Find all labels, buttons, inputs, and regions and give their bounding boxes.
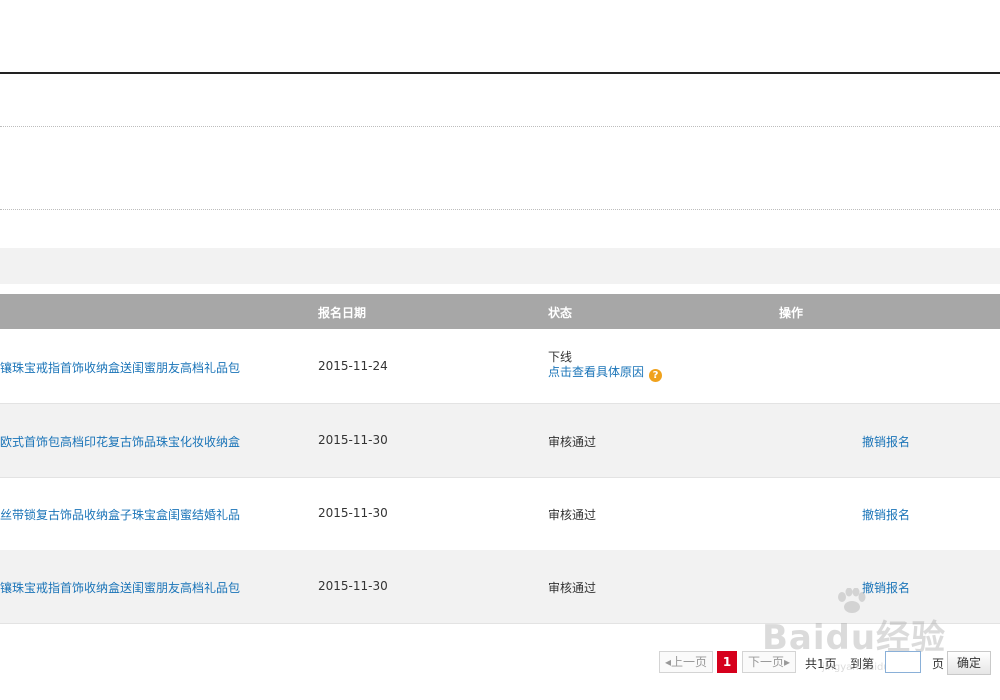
product-link[interactable]: 镶珠宝戒指首饰收纳盒送闺蜜朋友高档礼品包 [0, 579, 240, 596]
help-icon[interactable]: ? [649, 369, 663, 382]
withdraw-signup-link[interactable]: 撤销报名 [862, 506, 910, 523]
prev-page-button[interactable]: ◂上一页 [659, 651, 713, 673]
dotted-divider [0, 209, 1000, 210]
dotted-divider [0, 126, 1000, 127]
total-pages: 共1页 [805, 657, 837, 671]
status-cell: 下线 点击查看具体原因? [548, 350, 663, 382]
baidu-jingyan-watermark: Baidu经验 jingyan.baidu.com [762, 588, 962, 673]
column-header-date: 报名日期 [318, 306, 367, 320]
current-page[interactable]: 1 [717, 651, 737, 673]
goto-label: 到第 [850, 657, 875, 671]
next-page-button[interactable]: 下一页▸ [742, 651, 796, 673]
signup-date: 2015-11-30 [318, 506, 388, 520]
status-text: 下线 [548, 350, 573, 364]
withdraw-signup-link[interactable]: 撤销报名 [862, 433, 910, 450]
status-text: 审核通过 [548, 508, 597, 522]
page-unit-label: 页 [932, 657, 945, 671]
product-link[interactable]: 镶珠宝戒指首饰收纳盒送闺蜜朋友高档礼品包 [0, 359, 240, 376]
product-link[interactable]: 丝带锁复古饰品收纳盒子珠宝盒闺蜜结婚礼品 [0, 506, 240, 523]
signup-date: 2015-11-30 [318, 433, 388, 447]
pagination: ◂上一页 1 下一页▸ 共1页 到第 页 确定 [0, 651, 1000, 675]
goto-page-input[interactable] [885, 651, 921, 673]
filter-bar [0, 248, 1000, 284]
column-header-status: 状态 [548, 306, 573, 320]
column-header-ops: 操作 [779, 306, 804, 320]
view-reason-link[interactable]: 点击查看具体原因 [548, 365, 644, 379]
status-text: 审核通过 [548, 435, 597, 449]
confirm-button[interactable]: 确定 [947, 651, 991, 675]
table-header: 报名日期 状态 操作 [0, 294, 1000, 329]
product-link[interactable]: 欧式首饰包高档印花复古饰品珠宝化妆收纳盒 [0, 433, 240, 450]
status-text: 审核通过 [548, 581, 597, 595]
top-divider [0, 72, 1000, 74]
table-row: 丝带锁复古饰品收纳盒子珠宝盒闺蜜结婚礼品 2015-11-30 审核通过 撤销报… [0, 477, 1000, 551]
table-row: 镶珠宝戒指首饰收纳盒送闺蜜朋友高档礼品包 2015-11-24 下线 点击查看具… [0, 330, 1000, 404]
table-row: 欧式首饰包高档印花复古饰品珠宝化妆收纳盒 2015-11-30 审核通过 撤销报… [0, 404, 1000, 478]
signup-date: 2015-11-24 [318, 359, 388, 373]
signup-date: 2015-11-30 [318, 579, 388, 593]
